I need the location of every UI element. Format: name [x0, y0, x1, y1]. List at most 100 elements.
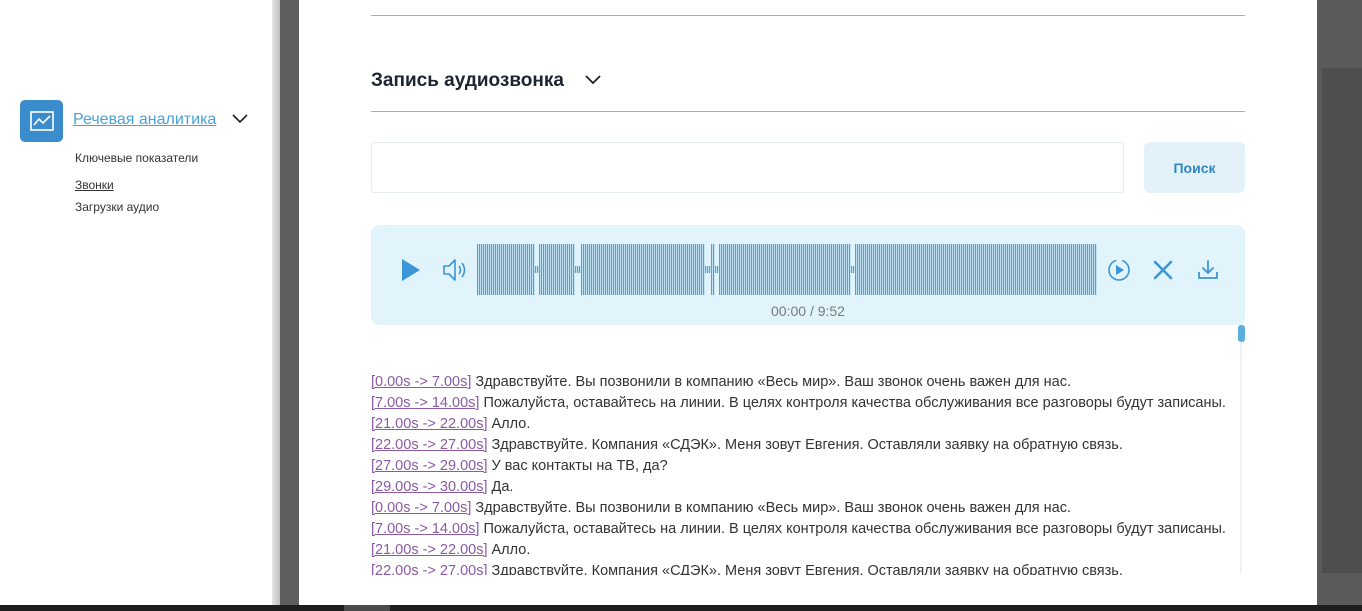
waveform-bar	[965, 244, 967, 295]
waveform-bar	[883, 244, 885, 295]
waveform-bar	[1009, 244, 1011, 295]
waveform-bar	[1053, 244, 1055, 295]
waveform-bar	[987, 244, 989, 295]
waveform-bar	[507, 244, 509, 295]
timestamp-link[interactable]: [22.00s -> 27.00s]	[371, 563, 487, 575]
waveform-bar	[637, 244, 639, 295]
waveform-bar	[1001, 244, 1003, 295]
waveform-bar	[991, 244, 993, 295]
waveform-bar	[879, 244, 881, 295]
waveform-bar	[655, 244, 657, 295]
waveform-bar	[689, 244, 691, 295]
waveform-bar	[937, 244, 939, 295]
waveform-bar	[687, 244, 689, 295]
waveform-bar	[755, 244, 757, 295]
nav-speech-analytics[interactable]: Речевая аналитика	[73, 111, 216, 129]
waveform-bar	[777, 244, 779, 295]
transcript-line: [0.00s -> 7.00s] Здравствуйте. Вы позвон…	[371, 498, 1245, 519]
waveform-bar	[805, 244, 807, 295]
waveform-bar	[1031, 244, 1033, 295]
scrollbar-track-line	[1240, 343, 1242, 573]
waveform-bar	[789, 244, 791, 295]
waveform-bar	[1045, 244, 1047, 295]
waveform-bar	[873, 244, 875, 295]
waveform-bar	[811, 244, 813, 295]
scrollbar-thumb[interactable]	[1238, 325, 1245, 342]
waveform-bar	[835, 244, 837, 295]
waveform-bar	[671, 244, 673, 295]
waveform-bar	[595, 244, 597, 295]
section-title[interactable]: Запись аудиозвонка	[371, 70, 564, 92]
waveform-bar	[803, 244, 805, 295]
sidebar-item-audio-uploads[interactable]: Загрузки аудио	[75, 200, 159, 214]
waveform-bar	[757, 244, 759, 295]
timestamp-link[interactable]: [7.00s -> 14.00s]	[371, 395, 479, 411]
waveform-bar	[1063, 244, 1065, 295]
close-icon[interactable]	[1150, 257, 1176, 283]
waveform-bar	[555, 244, 557, 295]
transcript-line: [21.00s -> 22.00s] Алло.	[371, 414, 1245, 435]
taskbar-strip-mid	[344, 605, 390, 611]
waveform-bar	[773, 244, 775, 295]
waveform-bar	[733, 244, 735, 295]
waveform-bar	[831, 244, 833, 295]
play-icon[interactable]	[399, 256, 423, 284]
waveform-bar	[793, 244, 795, 295]
waveform-bar	[861, 244, 863, 295]
waveform-bar	[887, 244, 889, 295]
waveform-bar	[1005, 244, 1007, 295]
search-button[interactable]: Поиск	[1144, 142, 1245, 193]
timestamp-link[interactable]: [21.00s -> 22.00s]	[371, 416, 487, 432]
waveform-bar	[521, 244, 523, 295]
chevron-down-icon[interactable]	[584, 73, 602, 91]
waveform-bar	[639, 244, 641, 295]
waveform-bar	[669, 244, 671, 295]
chart-line-icon[interactable]	[20, 100, 63, 142]
volume-icon[interactable]	[441, 256, 469, 284]
waveform-bar	[495, 244, 497, 295]
waveform-bar	[537, 266, 539, 273]
waveform-bar	[585, 244, 587, 295]
waveform-bar	[745, 244, 747, 295]
waveform-bar	[1029, 244, 1031, 295]
waveform-bar	[727, 244, 729, 295]
waveform-bar	[743, 244, 745, 295]
transcript-scrollbar[interactable]	[1236, 325, 1246, 575]
timestamp-link[interactable]: [21.00s -> 22.00s]	[371, 542, 487, 558]
transcript-text: У вас контакты на ТВ, да?	[487, 458, 668, 474]
waveform-bar	[617, 244, 619, 295]
waveform-bar	[589, 244, 591, 295]
download-icon[interactable]	[1195, 257, 1221, 283]
waveform-bar	[701, 244, 703, 295]
timestamp-link[interactable]: [0.00s -> 7.00s]	[371, 500, 471, 516]
divider-top	[371, 15, 1245, 16]
playback-rate-icon[interactable]	[1106, 257, 1132, 283]
transcript-search-input[interactable]	[371, 142, 1124, 193]
chevron-down-icon[interactable]	[231, 112, 249, 130]
waveform-bar	[725, 244, 727, 295]
waveform-bar	[907, 244, 909, 295]
timestamp-link[interactable]: [27.00s -> 29.00s]	[371, 458, 487, 474]
waveform-bar	[591, 244, 593, 295]
waveform-bar	[705, 266, 707, 273]
timestamp-link[interactable]: [0.00s -> 7.00s]	[371, 374, 471, 390]
timestamp-link[interactable]: [29.00s -> 30.00s]	[371, 479, 487, 495]
waveform-bar	[1059, 244, 1061, 295]
sidebar-item-calls[interactable]: Звонки	[75, 178, 114, 192]
waveform-bar	[487, 244, 489, 295]
waveform-bar	[975, 244, 977, 295]
waveform-bar	[547, 244, 549, 295]
waveform-bar	[545, 244, 547, 295]
waveform-bar	[871, 244, 873, 295]
waveform-bar	[1087, 244, 1089, 295]
timestamp-link[interactable]: [22.00s -> 27.00s]	[371, 437, 487, 453]
waveform-bar	[979, 244, 981, 295]
waveform-bar	[1093, 244, 1095, 295]
timestamp-link[interactable]: [7.00s -> 14.00s]	[371, 521, 479, 537]
waveform-bar	[799, 244, 801, 295]
transcript-text: Алло.	[487, 416, 531, 432]
waveform[interactable]	[477, 244, 1099, 295]
waveform-bar	[969, 244, 971, 295]
waveform-bar	[525, 244, 527, 295]
sidebar-item-key-metrics[interactable]: Ключевые показатели	[75, 151, 198, 165]
